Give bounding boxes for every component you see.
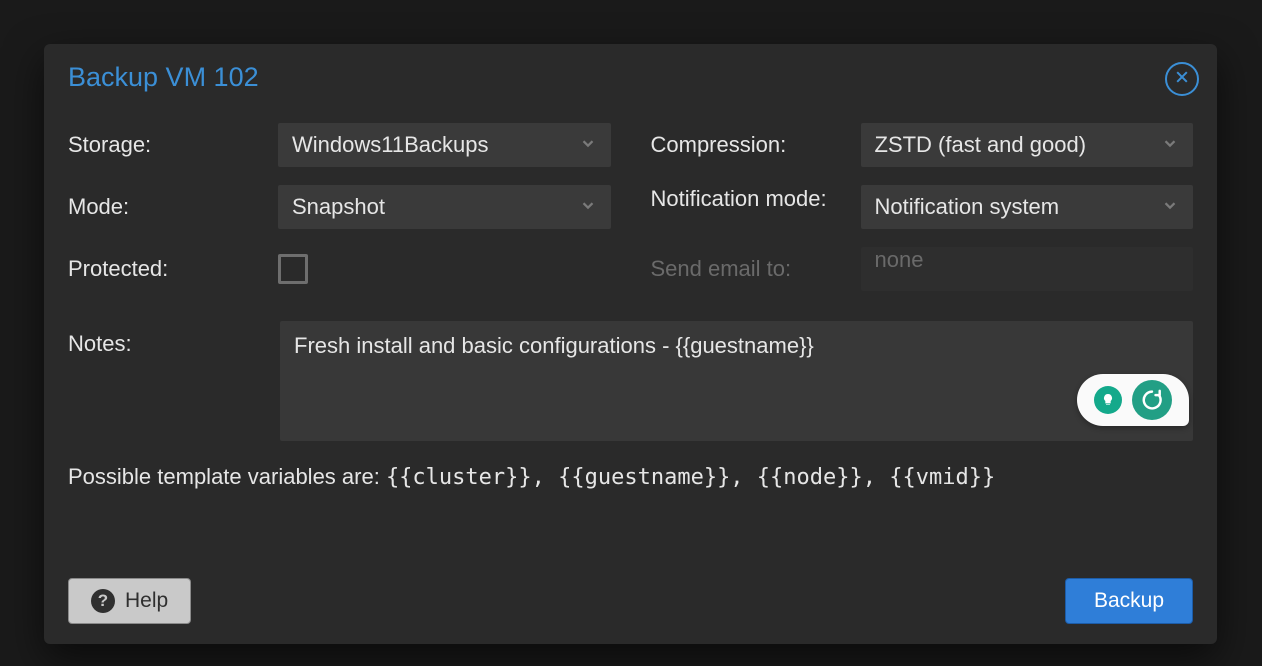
template-hint: Possible template variables are: {{clust…	[44, 446, 1217, 490]
protected-row: Protected:	[68, 247, 611, 291]
storage-select[interactable]: Windows11Backups	[278, 123, 611, 167]
dialog-title: Backup VM 102	[68, 62, 1193, 93]
email-value: none	[875, 247, 924, 272]
help-icon: ?	[91, 589, 115, 613]
backup-label: Backup	[1094, 589, 1164, 613]
compression-select[interactable]: ZSTD (fast and good)	[861, 123, 1194, 167]
form-area: Storage: Windows11Backups Mode: Snapshot	[44, 101, 1217, 291]
email-label: Send email to:	[651, 256, 861, 282]
lightbulb-icon	[1094, 386, 1122, 414]
title-bar: Backup VM 102	[44, 44, 1217, 101]
template-hint-prefix: Possible template variables are:	[68, 464, 386, 489]
chevron-down-icon	[1161, 134, 1179, 157]
help-button[interactable]: ? Help	[68, 578, 191, 624]
dialog-footer: ? Help Backup	[68, 578, 1193, 624]
close-icon	[1174, 69, 1190, 90]
storage-row: Storage: Windows11Backups	[68, 123, 611, 167]
mode-value: Snapshot	[292, 194, 385, 220]
help-label: Help	[125, 589, 168, 613]
mode-label: Mode:	[68, 194, 278, 220]
notification-row: Notification mode: Notification system	[651, 185, 1194, 229]
notification-value: Notification system	[875, 194, 1060, 220]
compression-value: ZSTD (fast and good)	[875, 132, 1087, 158]
close-button[interactable]	[1165, 62, 1199, 96]
chevron-down-icon	[579, 134, 597, 157]
chevron-down-icon	[1161, 196, 1179, 219]
template-hint-vars: {{cluster}}, {{guestname}}, {{node}}, {{…	[386, 465, 995, 490]
notes-container	[280, 321, 1193, 446]
grammarly-icon	[1132, 380, 1172, 420]
backup-dialog: Backup VM 102 Storage: Windows11Backups …	[44, 44, 1217, 644]
notes-input[interactable]	[280, 321, 1193, 441]
notes-label: Notes:	[68, 321, 280, 446]
notes-row: Notes:	[44, 291, 1217, 446]
email-row: Send email to: none	[651, 247, 1194, 291]
backup-button[interactable]: Backup	[1065, 578, 1193, 624]
form-right-column: Compression: ZSTD (fast and good) Notifi…	[651, 123, 1194, 291]
email-input: none	[861, 247, 1194, 291]
mode-select[interactable]: Snapshot	[278, 185, 611, 229]
compression-row: Compression: ZSTD (fast and good)	[651, 123, 1194, 167]
protected-checkbox[interactable]	[278, 254, 308, 284]
storage-value: Windows11Backups	[292, 132, 488, 158]
protected-label: Protected:	[68, 256, 278, 282]
mode-row: Mode: Snapshot	[68, 185, 611, 229]
chevron-down-icon	[579, 196, 597, 219]
grammarly-widget[interactable]	[1077, 374, 1189, 426]
notification-select[interactable]: Notification system	[861, 185, 1194, 229]
form-left-column: Storage: Windows11Backups Mode: Snapshot	[68, 123, 611, 291]
notification-label: Notification mode:	[651, 185, 861, 213]
storage-label: Storage:	[68, 132, 278, 158]
compression-label: Compression:	[651, 132, 861, 158]
